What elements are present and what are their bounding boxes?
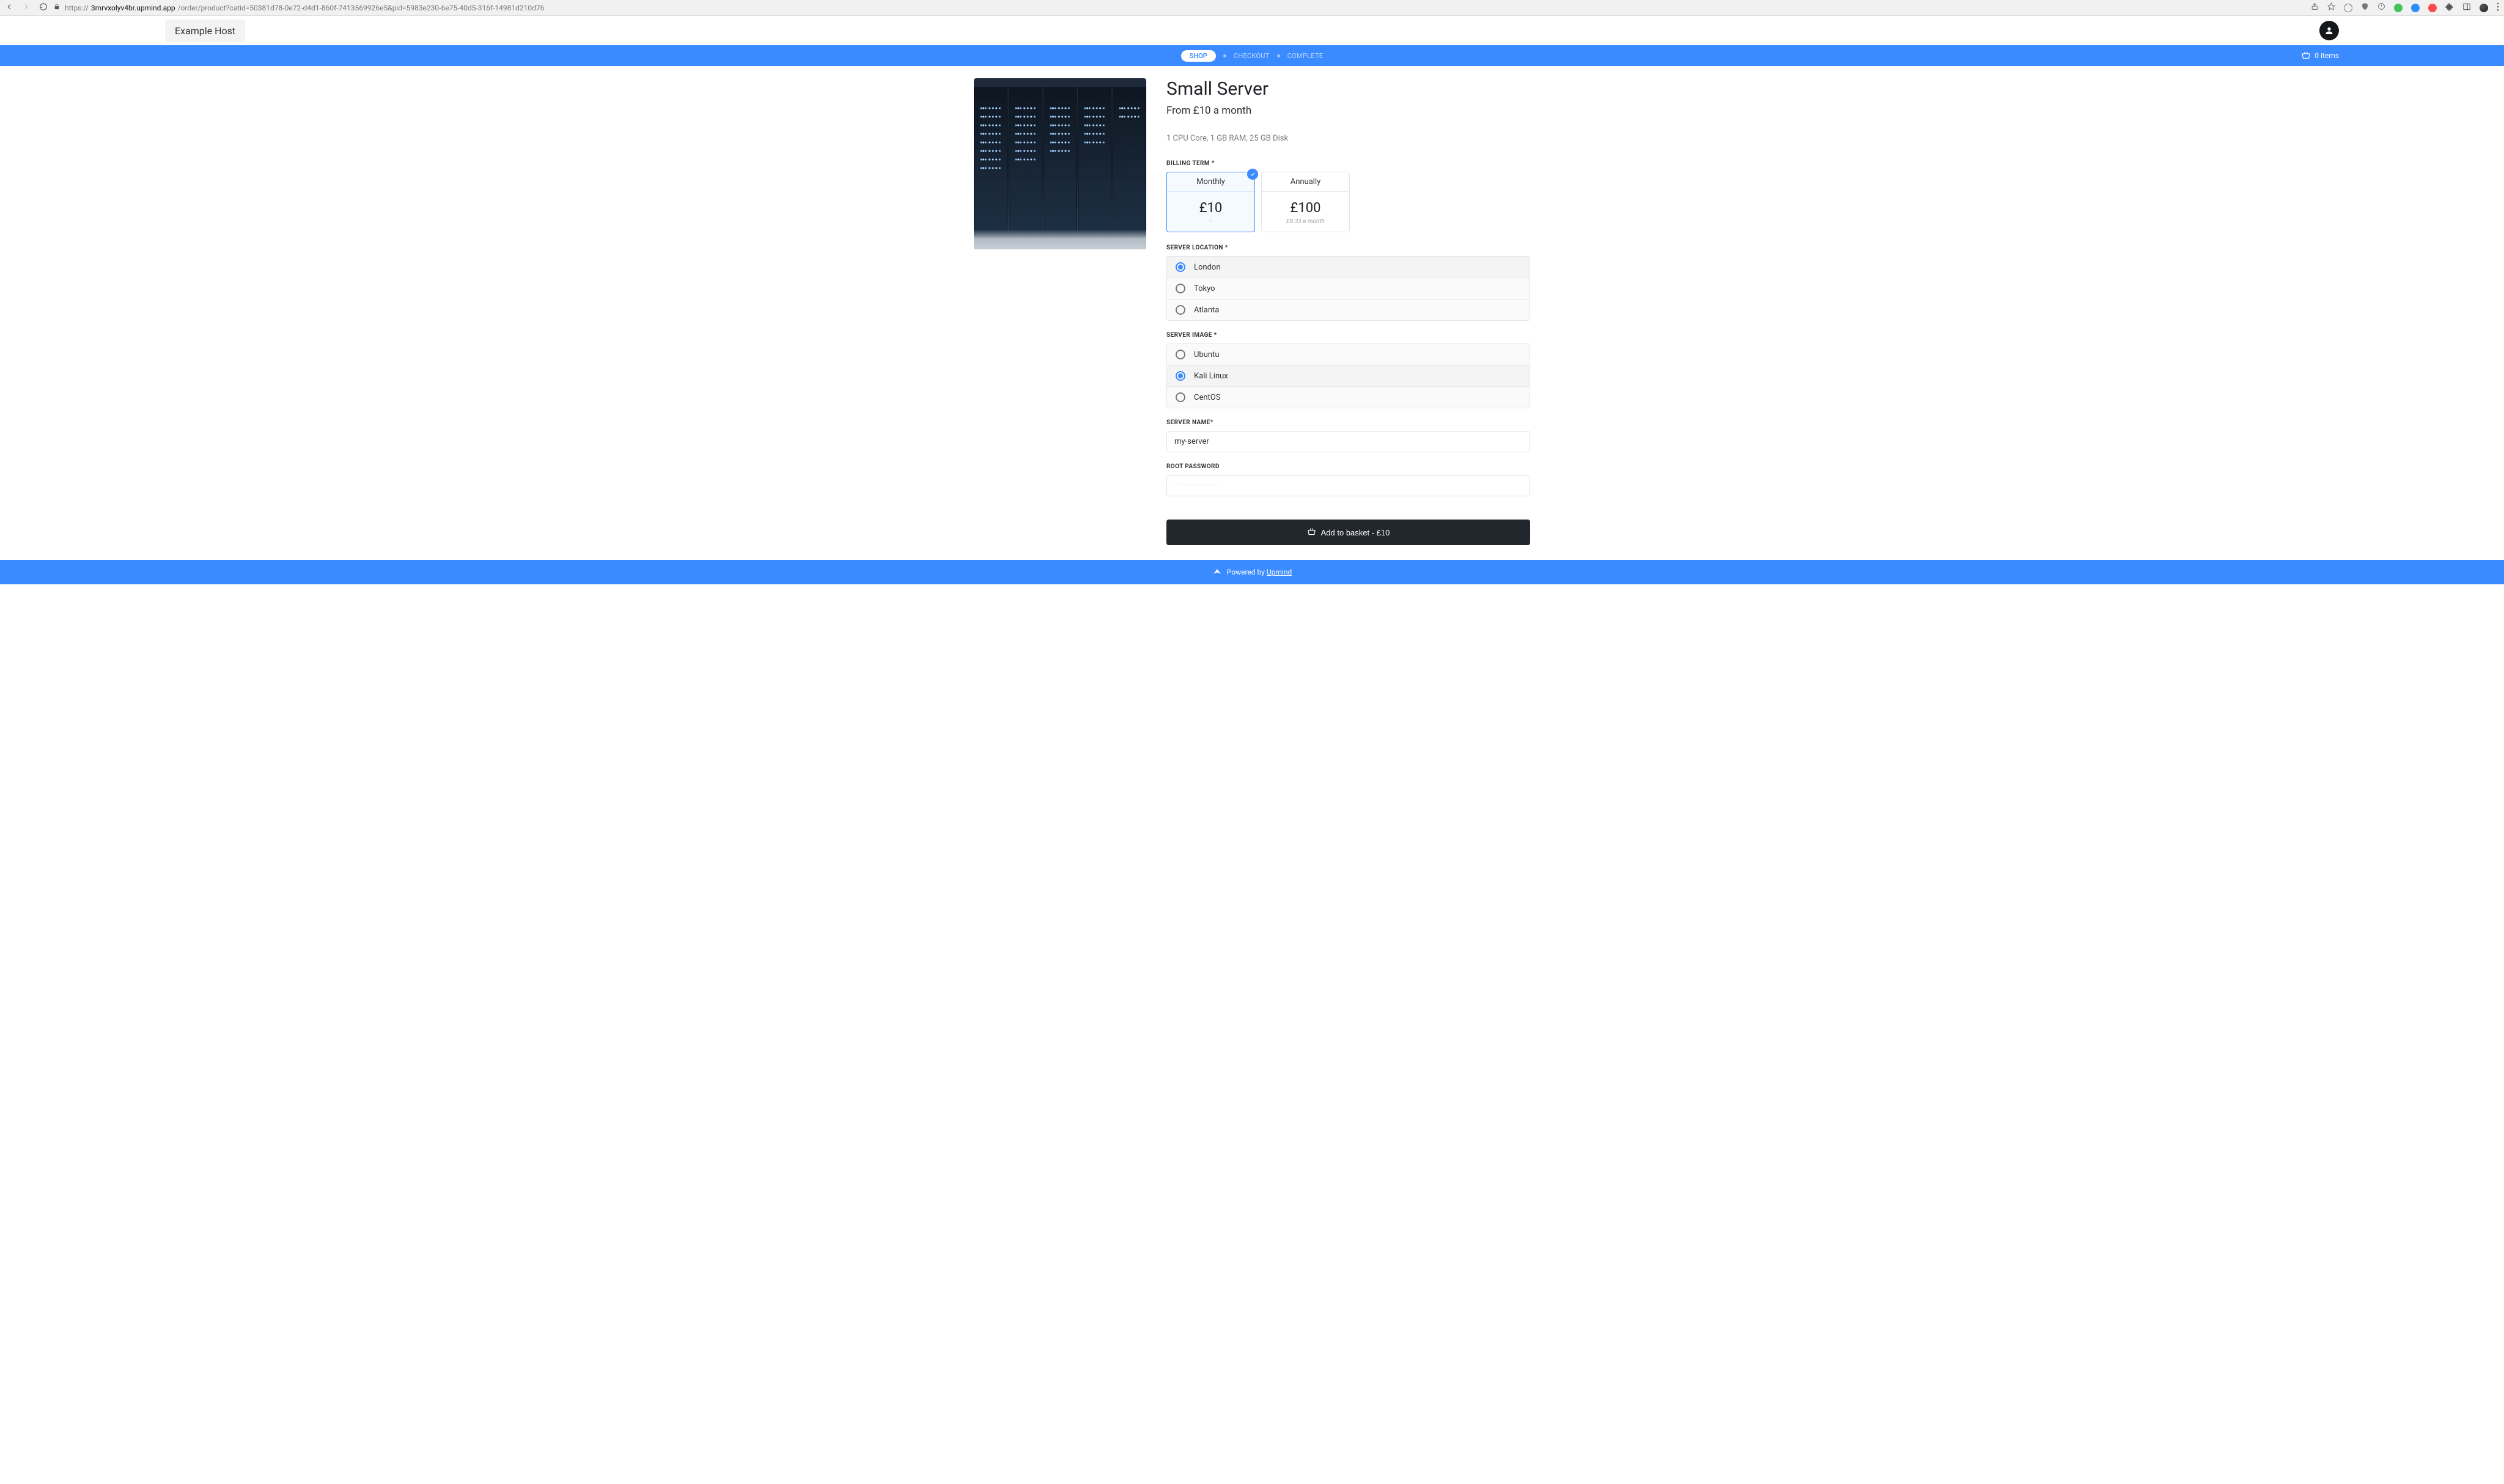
image-option-label: Kali Linux bbox=[1194, 372, 1228, 381]
progress-step-complete: COMPLETE bbox=[1287, 52, 1324, 60]
server-name-label: SERVER NAME* bbox=[1166, 419, 1530, 426]
kebab-menu-icon[interactable] bbox=[2497, 2, 2499, 13]
billing-option-subprice: £8.33 a month bbox=[1262, 218, 1349, 232]
extension-dot-red[interactable] bbox=[2428, 4, 2437, 12]
server-name-input[interactable] bbox=[1166, 431, 1530, 452]
progress-step-checkout: CHECKOUT bbox=[1234, 52, 1270, 60]
image-option-centos[interactable]: CentOS bbox=[1167, 387, 1530, 408]
server-image-options: Ubuntu Kali Linux CentOS bbox=[1166, 343, 1530, 408]
location-option-tokyo[interactable]: Tokyo bbox=[1167, 278, 1530, 299]
billing-option-name: Monthly bbox=[1167, 172, 1254, 192]
brand-logo[interactable]: Example Host bbox=[165, 20, 245, 42]
root-password-input[interactable] bbox=[1166, 475, 1530, 496]
progress-step-shop[interactable]: SHOP bbox=[1181, 50, 1216, 62]
site-header: Example Host bbox=[0, 16, 2504, 45]
extension-dot-green[interactable] bbox=[2394, 4, 2403, 12]
reload-icon[interactable] bbox=[39, 2, 48, 13]
location-option-label: Atlanta bbox=[1194, 306, 1219, 315]
extension-dot-blue[interactable] bbox=[2411, 4, 2420, 12]
browser-chrome: https://3mrvxolyv4br.upmind.app/order/pr… bbox=[0, 0, 2504, 16]
progress-dot bbox=[1277, 54, 1280, 57]
billing-option-annually[interactable]: Annually £100 £8.33 a month bbox=[1261, 172, 1350, 232]
server-image-label: SERVER IMAGE * bbox=[1166, 332, 1530, 339]
forward-arrow-icon[interactable] bbox=[22, 2, 31, 13]
location-option-label: London bbox=[1194, 263, 1221, 272]
share-icon[interactable] bbox=[2311, 2, 2319, 13]
check-badge-icon bbox=[1247, 169, 1258, 180]
url-host: 3mrvxolyv4br.upmind.app bbox=[91, 4, 175, 12]
cta-label: Add to basket - £10 bbox=[1321, 528, 1390, 537]
billing-option-price: £100 bbox=[1262, 192, 1349, 218]
radio-icon bbox=[1176, 371, 1185, 381]
add-to-basket-button[interactable]: Add to basket - £10 bbox=[1166, 520, 1530, 545]
footer-link-upmind[interactable]: Upmind bbox=[1267, 568, 1292, 576]
upmind-logo-icon bbox=[1212, 567, 1222, 578]
product-image bbox=[974, 78, 1146, 249]
radio-icon bbox=[1176, 262, 1185, 272]
radio-icon bbox=[1176, 305, 1185, 315]
billing-term-label: BILLING TERM * bbox=[1166, 160, 1530, 167]
user-avatar-button[interactable] bbox=[2319, 21, 2339, 40]
profile-avatar-icon[interactable] bbox=[2480, 4, 2488, 12]
location-option-label: Tokyo bbox=[1194, 284, 1215, 293]
billing-option-price: £10 bbox=[1167, 192, 1254, 218]
user-icon bbox=[2324, 26, 2334, 35]
browser-extension-icons bbox=[2311, 2, 2499, 13]
product-subtitle: From £10 a month bbox=[1166, 105, 1530, 117]
lock-icon bbox=[54, 4, 62, 12]
star-icon[interactable] bbox=[2327, 2, 2335, 13]
location-option-london[interactable]: London bbox=[1167, 257, 1530, 278]
shield-icon[interactable] bbox=[2361, 2, 2369, 13]
billing-option-monthly[interactable]: Monthly £10 – bbox=[1166, 172, 1255, 232]
radio-icon bbox=[1176, 392, 1185, 402]
checkout-progress: SHOP CHECKOUT COMPLETE 0 items bbox=[0, 45, 2504, 66]
extension-icon[interactable] bbox=[2344, 4, 2352, 12]
basket-icon bbox=[1307, 527, 1316, 538]
basket-count: 0 items bbox=[2314, 51, 2339, 60]
basket-icon bbox=[2301, 50, 2311, 62]
url-path: /order/product?catid=50381d78-0e72-d4d1-… bbox=[178, 4, 545, 12]
footer-prefix: Powered by bbox=[1227, 568, 1265, 576]
url-prefix: https:// bbox=[65, 4, 89, 12]
image-option-label: CentOS bbox=[1194, 393, 1220, 402]
puzzle-icon[interactable] bbox=[2445, 2, 2454, 13]
billing-option-name: Annually bbox=[1262, 172, 1349, 192]
product-title: Small Server bbox=[1166, 78, 1530, 100]
back-arrow-icon[interactable] bbox=[5, 2, 13, 13]
power-icon[interactable] bbox=[2377, 2, 2385, 13]
panel-icon[interactable] bbox=[2462, 2, 2471, 13]
image-option-label: Ubuntu bbox=[1194, 350, 1220, 359]
server-location-label: SERVER LOCATION * bbox=[1166, 244, 1530, 251]
radio-icon bbox=[1176, 284, 1185, 293]
server-location-options: London Tokyo Atlanta bbox=[1166, 256, 1530, 321]
product-specs: 1 CPU Core, 1 GB RAM, 25 GB Disk bbox=[1166, 134, 1530, 143]
billing-option-subprice: – bbox=[1167, 218, 1254, 232]
progress-dot bbox=[1223, 54, 1226, 57]
url-bar[interactable]: https://3mrvxolyv4br.upmind.app/order/pr… bbox=[54, 4, 2305, 12]
root-password-label: ROOT PASSWORD bbox=[1166, 463, 1530, 470]
billing-term-options: Monthly £10 – Annually £100 £8.33 a mont… bbox=[1166, 172, 1530, 232]
image-option-ubuntu[interactable]: Ubuntu bbox=[1167, 344, 1530, 365]
basket-indicator[interactable]: 0 items bbox=[2301, 50, 2339, 62]
radio-icon bbox=[1176, 350, 1185, 359]
footer: Powered by Upmind bbox=[0, 560, 2504, 584]
image-option-kali[interactable]: Kali Linux bbox=[1167, 365, 1530, 387]
location-option-atlanta[interactable]: Atlanta bbox=[1167, 299, 1530, 320]
